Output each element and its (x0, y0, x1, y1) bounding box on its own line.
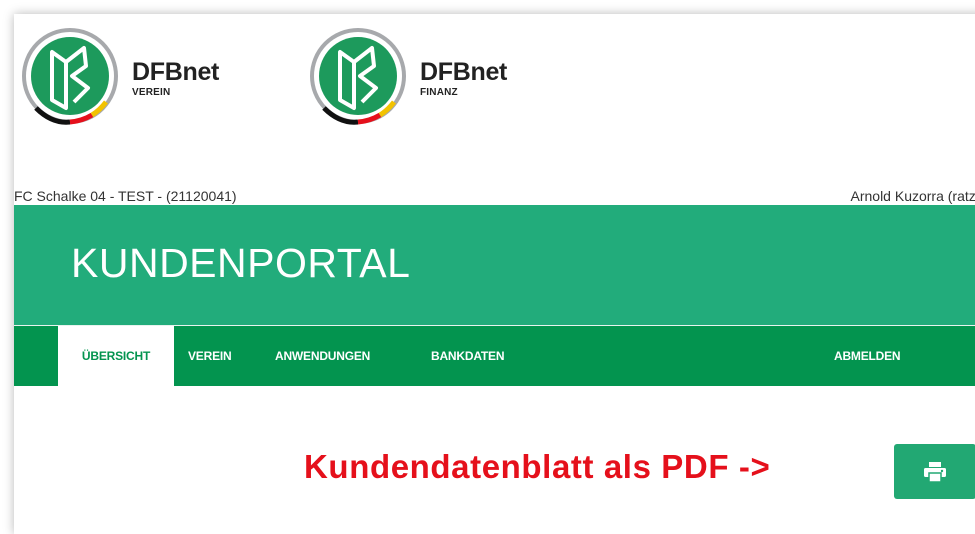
nav-tab-uebersicht[interactable]: ÜBERSICHT (58, 326, 174, 386)
user-info: Arnold Kuzorra (ratzelm) (851, 188, 975, 204)
nav-tab-bankdaten[interactable]: BANKDATEN (431, 326, 504, 386)
pdf-download-label: Kundendatenblatt als PDF -> (304, 448, 770, 486)
main-nav: ÜBERSICHT VEREIN ANWENDUNGEN BANKDATEN A… (14, 325, 975, 386)
logout-link[interactable]: ABMELDEN (834, 326, 900, 386)
logo-brand: DFBnet (132, 60, 219, 85)
portal-title: KUNDENPORTAL (71, 240, 410, 287)
portal-frame: DFBnet VEREIN DFBnet FINANZ FC Schalke 0… (14, 14, 975, 534)
nav-tab-anwendungen[interactable]: ANWENDUNGEN (275, 326, 370, 386)
dfb-emblem-icon (310, 26, 410, 132)
dfbnet-finanz-logo[interactable]: DFBnet FINANZ (310, 26, 507, 132)
logo-brand: DFBnet (420, 60, 507, 85)
dfb-emblem-icon (22, 26, 122, 132)
club-info: FC Schalke 04 - TEST - (21120041) (14, 188, 237, 204)
dfbnet-verein-logo[interactable]: DFBnet VEREIN (22, 26, 219, 132)
logo-sub: FINANZ (420, 88, 507, 98)
nav-tab-verein[interactable]: VEREIN (188, 326, 231, 386)
print-pdf-button[interactable] (894, 444, 975, 499)
logo-sub: VEREIN (132, 88, 219, 98)
printer-icon (923, 461, 947, 483)
